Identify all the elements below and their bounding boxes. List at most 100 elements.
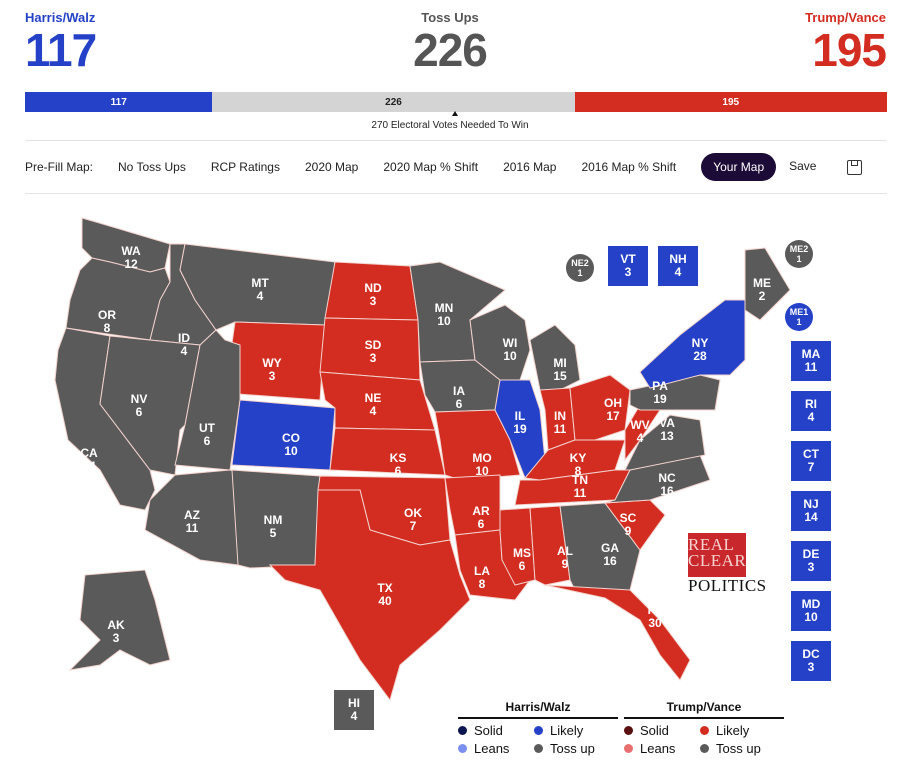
state-box-ma[interactable]: MA 11	[791, 341, 831, 381]
legend-label: Solid	[474, 723, 503, 738]
legend-item-dem-leans: Leans	[458, 741, 534, 756]
state-label-nc: NC 16	[658, 471, 676, 498]
state-ks[interactable]	[329, 427, 446, 476]
legend-dot-icon	[458, 744, 467, 753]
legend-dot-icon	[624, 726, 633, 735]
state-box-ev: 3	[624, 265, 632, 279]
legend-item-dem-likely: Likely	[534, 723, 614, 738]
state-label-fl: FL 30	[648, 603, 663, 630]
prefill-toolbar: Pre-Fill Map: No Toss Ups RCP Ratings 20…	[25, 152, 887, 182]
prefill-2020-map-shift[interactable]: 2020 Map % Shift	[383, 160, 478, 174]
divider	[25, 140, 887, 141]
state-label-oh: OH 17	[604, 396, 622, 423]
legend-item-rep-likely: Likely	[700, 723, 780, 738]
legend-label: Leans	[640, 741, 676, 756]
legend-label: Solid	[640, 723, 669, 738]
state-box-ev: 3	[807, 660, 815, 674]
state-label-pa: PA 19	[652, 379, 668, 406]
legend-harris: Harris/Walz Solid Likely Leans Toss up	[458, 700, 618, 756]
prefill-2020-map[interactable]: 2020 Map	[305, 160, 358, 174]
state-label-ks: KS 6	[390, 451, 407, 478]
state-box-ev: 4	[674, 265, 682, 279]
legend-dot-icon	[624, 744, 633, 753]
prefill-your-map[interactable]: Your Map	[701, 153, 777, 181]
state-box-ev: 4	[807, 410, 815, 424]
legend-item-dem-toss-up: Toss up	[534, 741, 614, 756]
state-label-il: IL 19	[513, 409, 527, 436]
harris-label: Harris/Walz	[25, 10, 96, 25]
state-box-dc[interactable]: DC 3	[791, 641, 831, 681]
legend-item-rep-leans: Leans	[624, 741, 700, 756]
state-box-hi[interactable]: HI 4	[334, 690, 374, 730]
prefill-rcp-ratings[interactable]: RCP Ratings	[211, 160, 280, 174]
state-box-ev: 3	[807, 560, 815, 574]
save-button[interactable]: Save	[789, 159, 887, 175]
rcp-logo-line2: CLEAR	[688, 551, 747, 570]
trump-label: Trump/Vance	[805, 10, 886, 25]
tossups-summary: Toss Ups 226	[0, 10, 900, 75]
legend-dot-icon	[700, 744, 709, 753]
district-abbr: ME2	[789, 244, 809, 254]
state-label-ca: CA 54	[80, 446, 98, 473]
prefill-no-toss-ups[interactable]: No Toss Ups	[118, 160, 186, 174]
state-label-va: VA 13	[659, 416, 675, 443]
state-box-ev: 10	[804, 610, 818, 624]
divider	[25, 193, 887, 194]
district-me1[interactable]: ME1 1	[785, 303, 813, 331]
district-abbr: ME1	[789, 307, 809, 317]
legend-item-rep-solid: Solid	[624, 723, 700, 738]
legend-label: Likely	[550, 723, 584, 738]
prefill-label: Pre-Fill Map:	[25, 160, 94, 174]
state-box-ct[interactable]: CT 7	[791, 441, 831, 481]
state-box-md[interactable]: MD 10	[791, 591, 831, 631]
votes-needed-text: 270 Electoral Votes Needed To Win	[371, 120, 529, 131]
bar-harris-segment: 117	[25, 92, 213, 112]
legend-trump-title: Trump/Vance	[624, 700, 784, 719]
bar-trump-segment: 195	[574, 92, 887, 112]
harris-summary: Harris/Walz 117	[25, 10, 97, 76]
state-fl[interactable]	[544, 584, 691, 681]
district-ne2[interactable]: NE2 1	[566, 254, 594, 282]
legend-label: Likely	[716, 723, 750, 738]
state-box-ev: 7	[807, 460, 815, 474]
electoral-vote-bar: 117 226 195	[25, 92, 887, 112]
state-label-tx: TX 40	[377, 581, 392, 608]
state-box-vt[interactable]: VT 3	[608, 246, 648, 286]
state-label-mn: MN 10	[435, 301, 454, 328]
prefill-2016-map[interactable]: 2016 Map	[503, 160, 556, 174]
legend-trump: Trump/Vance Solid Likely Leans Toss up	[624, 700, 784, 756]
legend-dot-icon	[534, 726, 543, 735]
state-box-ev: 14	[804, 510, 818, 524]
legend-dot-icon	[700, 726, 709, 735]
state-box-de[interactable]: DE 3	[791, 541, 831, 581]
save-label: Save	[789, 159, 817, 174]
state-box-nh[interactable]: NH 4	[658, 246, 698, 286]
trump-count: 195	[812, 24, 887, 76]
district-ev: 1	[796, 317, 802, 327]
state-label-ny: NY 28	[692, 336, 709, 363]
state-label-az: AZ 11	[184, 508, 200, 535]
state-label-wi: WI 10	[503, 336, 518, 363]
state-label-tn: TN 11	[572, 473, 588, 500]
legend-label: Leans	[474, 741, 510, 756]
state-box-nj[interactable]: NJ 14	[791, 491, 831, 531]
state-box-ri[interactable]: RI 4	[791, 391, 831, 431]
state-box-ev: 4	[350, 709, 358, 723]
prefill-2016-map-shift[interactable]: 2016 Map % Shift	[581, 160, 676, 174]
270-marker-icon	[452, 111, 458, 116]
us-electoral-map: WA 12OR 8CA 54ID 4NV 6MT 4WY 3UT 6AZ 11CO 10NM 5ND 3…	[54, 217, 791, 702]
district-me2[interactable]: ME2 1	[785, 240, 813, 268]
state-label-in: IN 11	[554, 409, 567, 436]
tossups-count: 226	[413, 24, 488, 76]
district-ev: 1	[577, 268, 583, 278]
rcp-logo: REAL CLEAR POLITICS	[688, 533, 778, 595]
legend-label: Toss up	[550, 741, 595, 756]
rcp-logo-line3: POLITICS	[688, 576, 767, 595]
floppy-disk-icon	[847, 159, 863, 175]
harris-count: 117	[25, 24, 97, 76]
district-abbr: NE2	[571, 258, 589, 268]
state-label-co: CO 10	[282, 431, 300, 458]
trump-summary: Trump/Vance 195	[805, 10, 887, 76]
legend-dot-icon	[458, 726, 467, 735]
legend-item-rep-toss-up: Toss up	[700, 741, 780, 756]
